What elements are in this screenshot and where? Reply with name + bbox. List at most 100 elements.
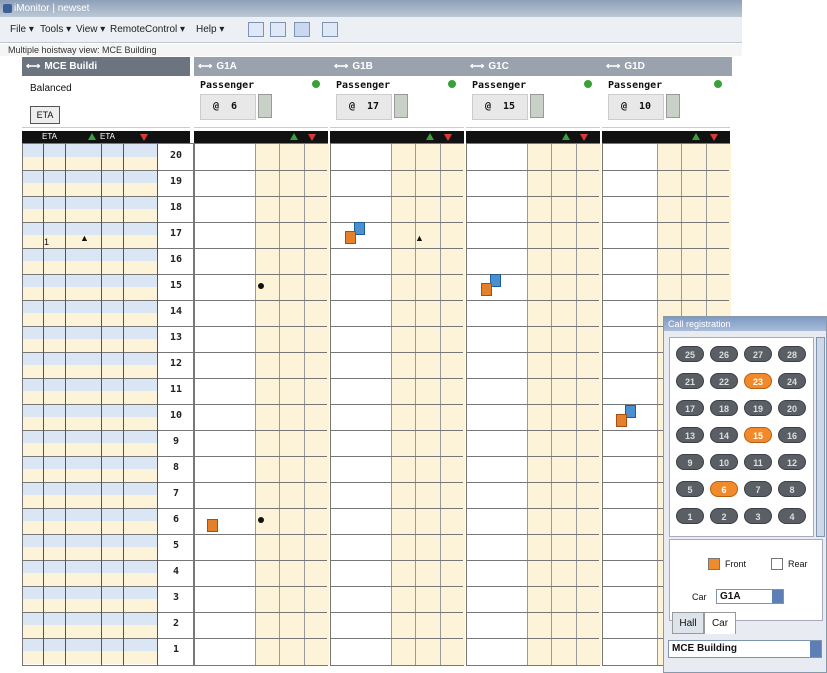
- floor-divider: [331, 352, 463, 353]
- layout-columns-button[interactable]: [294, 22, 310, 37]
- menu-tools-label: Tools: [40, 24, 64, 35]
- floor-call-button[interactable]: 24: [778, 373, 806, 389]
- car-select[interactable]: G1A: [716, 589, 784, 604]
- car-header-g1d[interactable]: ⟷ G1D: [602, 57, 732, 76]
- floor-label: 13: [169, 332, 183, 343]
- menu-help[interactable]: Help ▾: [196, 17, 224, 43]
- floor-label: 9: [172, 436, 180, 447]
- expand-arrows-icon[interactable]: ⟷: [602, 61, 624, 72]
- hoistway-g1a: [194, 143, 329, 666]
- car-header-g1a[interactable]: ⟷ G1A: [194, 57, 330, 76]
- car-info-g1c: Passenger @15: [466, 76, 600, 128]
- monitor-toggle-button[interactable]: [322, 22, 338, 37]
- layout-single-button[interactable]: [248, 22, 264, 37]
- menu-file[interactable]: File ▾: [10, 17, 34, 43]
- floor-call-button[interactable]: 14: [710, 427, 738, 443]
- car-call-dot: [258, 517, 264, 523]
- floor-call-button[interactable]: 19: [744, 400, 772, 416]
- floor-call-button[interactable]: 10: [710, 454, 738, 470]
- floor-call-button[interactable]: 8: [778, 481, 806, 497]
- down-arrow-icon: [580, 134, 588, 141]
- expand-arrows-icon[interactable]: ⟷: [330, 61, 352, 72]
- layout-rows-button[interactable]: [270, 22, 286, 37]
- floor-divider: [467, 300, 599, 301]
- floor-call-button[interactable]: 15: [744, 427, 772, 443]
- tab-car[interactable]: Car: [704, 612, 736, 634]
- floor-divider: [331, 248, 463, 249]
- floor-divider: [195, 274, 327, 275]
- floor-call-button[interactable]: 25: [676, 346, 704, 362]
- menu-file-label: File: [10, 24, 27, 35]
- floor-call-button[interactable]: 9: [676, 454, 704, 470]
- floor-divider: [467, 508, 599, 509]
- floor-divider: [467, 248, 599, 249]
- floor-call-button[interactable]: 6: [710, 481, 738, 497]
- car-type: Passenger: [608, 80, 663, 91]
- car-name: G1A: [216, 61, 237, 72]
- floor-label: 2: [172, 618, 180, 629]
- floor-call-button[interactable]: 3: [744, 508, 772, 524]
- floor-call-button[interactable]: 5: [676, 481, 704, 497]
- floor-divider: [195, 534, 327, 535]
- floor-call-button[interactable]: 1: [676, 508, 704, 524]
- menu-bar: File ▾ Tools ▾ View ▾ RemoteControl ▾ He…: [0, 17, 742, 43]
- floor-call-button[interactable]: 7: [744, 481, 772, 497]
- rear-checkbox[interactable]: [771, 558, 783, 570]
- column-divider: [123, 144, 124, 665]
- building-eta-bar: ETA ETA: [22, 131, 190, 143]
- floor-label: 11: [169, 384, 183, 395]
- floor-call-button[interactable]: 12: [778, 454, 806, 470]
- up-arrow-icon: [290, 133, 298, 140]
- title-bar: iMonitor | newset: [0, 0, 742, 17]
- down-arrow-icon: [444, 134, 452, 141]
- floor-call-button[interactable]: 4: [778, 508, 806, 524]
- expand-arrows-icon[interactable]: ⟷: [194, 61, 216, 72]
- floor-call-button[interactable]: 13: [676, 427, 704, 443]
- app-icon: [3, 4, 12, 13]
- floor-call-button[interactable]: 26: [710, 346, 738, 362]
- position-indicator: @10: [608, 94, 664, 120]
- floor-call-button[interactable]: 23: [744, 373, 772, 389]
- front-door-icon: [481, 283, 492, 296]
- front-checkbox[interactable]: [708, 558, 720, 570]
- menu-remote-label: RemoteControl: [110, 24, 178, 35]
- front-door-icon: [616, 414, 627, 427]
- floor-divider: [603, 222, 729, 223]
- call-registration-title: Call registration: [664, 317, 826, 331]
- floor-call-button[interactable]: 16: [778, 427, 806, 443]
- floor-divider: [331, 222, 463, 223]
- status-online-icon: [448, 80, 456, 88]
- call-grid-scrollbar[interactable]: [816, 337, 825, 537]
- position-at-icon: @: [621, 101, 628, 112]
- imonitor-window: iMonitor | newset File ▾ Tools ▾ View ▾ …: [0, 0, 827, 673]
- floor-call-button[interactable]: 22: [710, 373, 738, 389]
- floor-call-button[interactable]: 28: [778, 346, 806, 362]
- floor-call-button[interactable]: 11: [744, 454, 772, 470]
- direction-indicator-icon: [530, 94, 544, 118]
- up-arrow-icon: [88, 133, 96, 140]
- floor-divider: [331, 378, 463, 379]
- front-door-icon: [345, 231, 356, 244]
- floor-call-button[interactable]: 18: [710, 400, 738, 416]
- car-position: 10: [639, 101, 652, 112]
- floor-divider: [195, 222, 327, 223]
- floor-call-button[interactable]: 21: [676, 373, 704, 389]
- building-panel-header[interactable]: ⟷ MCE Buildi: [22, 57, 190, 76]
- floor-call-button[interactable]: 20: [778, 400, 806, 416]
- eta-button[interactable]: ETA: [30, 106, 60, 124]
- floor-call-button[interactable]: 17: [676, 400, 704, 416]
- car-header-g1b[interactable]: ⟷ G1B: [330, 57, 466, 76]
- building-select[interactable]: MCE Building: [668, 640, 822, 658]
- menu-view[interactable]: View ▾: [76, 17, 105, 43]
- floor-divider: [331, 404, 463, 405]
- car-header-g1c[interactable]: ⟷ G1C: [466, 57, 602, 76]
- tab-hall[interactable]: Hall: [672, 612, 704, 634]
- expand-arrows-icon[interactable]: ⟷: [22, 61, 44, 72]
- floor-divider: [603, 170, 729, 171]
- floor-call-button[interactable]: 2: [710, 508, 738, 524]
- floor-divider: [467, 612, 599, 613]
- expand-arrows-icon[interactable]: ⟷: [466, 61, 488, 72]
- menu-remotecontrol[interactable]: RemoteControl ▾: [110, 17, 185, 43]
- menu-tools[interactable]: Tools ▾: [40, 17, 71, 43]
- floor-call-button[interactable]: 27: [744, 346, 772, 362]
